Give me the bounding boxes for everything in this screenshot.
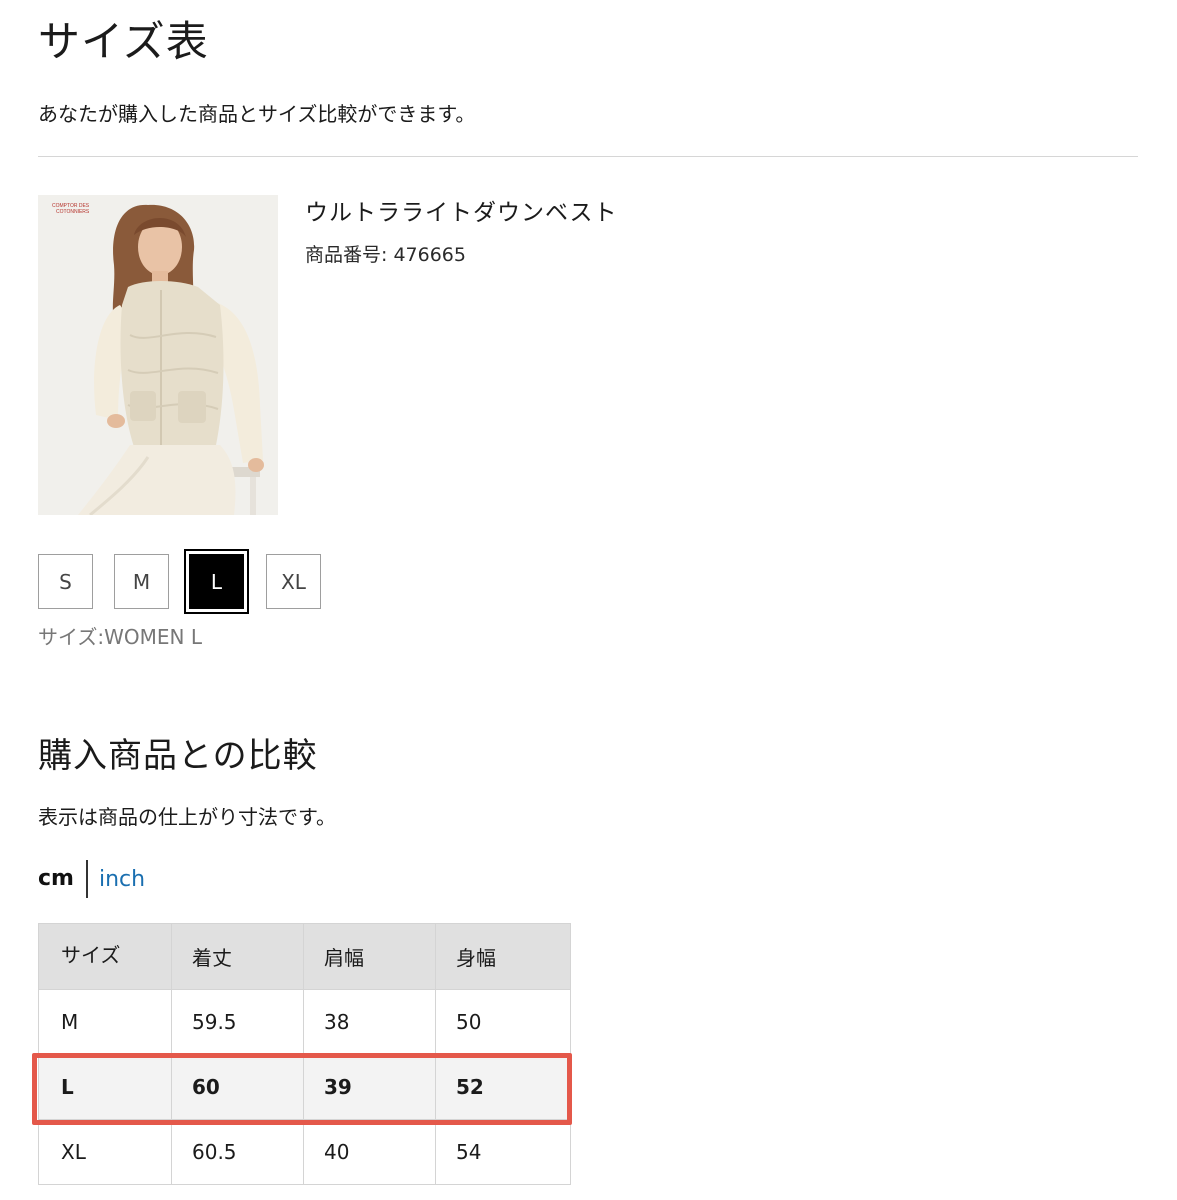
size-option-s[interactable]: S <box>38 554 93 609</box>
product-number: 商品番号: 476665 <box>305 244 466 266</box>
table-cell: 60 <box>171 1054 304 1120</box>
unit-inch-link[interactable]: inch <box>88 867 145 892</box>
size-comparison-table: サイズ 着丈 肩幅 身幅 M 59.5 38 50 L 60 39 52 XL … <box>38 923 571 1185</box>
comparison-title: 購入商品との比較 <box>38 736 318 776</box>
table-cell: 39 <box>303 1054 436 1120</box>
comparison-description: 表示は商品の仕上がり寸法です。 <box>38 805 336 829</box>
table-header-cell: 身幅 <box>435 923 571 990</box>
table-cell: 59.5 <box>171 989 304 1055</box>
table-cell: 40 <box>303 1119 436 1185</box>
selected-size-caption: サイズ:WOMEN L <box>38 625 203 649</box>
size-option-xl[interactable]: XL <box>266 554 321 609</box>
divider <box>38 156 1138 157</box>
table-cell: 54 <box>435 1119 571 1185</box>
size-option-m[interactable]: M <box>114 554 169 609</box>
unit-toggle: cm inch <box>38 860 145 898</box>
table-header-cell: 着丈 <box>171 923 304 990</box>
table-row: XL 60.5 40 54 <box>38 1119 571 1185</box>
table-header-cell: 肩幅 <box>303 923 436 990</box>
table-cell: L <box>38 1054 172 1120</box>
table-row: M 59.5 38 50 <box>38 989 571 1055</box>
table-row-highlighted: L 60 39 52 <box>38 1054 571 1120</box>
size-option-l-selected[interactable]: L <box>189 554 244 609</box>
table-cell: 50 <box>435 989 571 1055</box>
table-cell: 38 <box>303 989 436 1055</box>
table-cell: 60.5 <box>171 1119 304 1185</box>
page-description: あなたが購入した商品とサイズ比較ができます。 <box>38 102 476 126</box>
table-cell: M <box>38 989 172 1055</box>
brand-logo-line2: COTONNIERS <box>56 209 90 215</box>
product-photo: COMPTOR DES COTONNIERS <box>38 195 278 515</box>
product-name: ウルトラライトダウンベスト <box>305 200 618 226</box>
unit-cm[interactable]: cm <box>38 860 88 898</box>
table-cell: 52 <box>435 1054 571 1120</box>
table-header-row: サイズ 着丈 肩幅 身幅 <box>38 923 571 990</box>
table-header-cell: サイズ <box>38 923 172 990</box>
product-image: COMPTOR DES COTONNIERS <box>38 195 278 515</box>
page-title: サイズ表 <box>38 17 209 66</box>
table-cell: XL <box>38 1119 172 1185</box>
